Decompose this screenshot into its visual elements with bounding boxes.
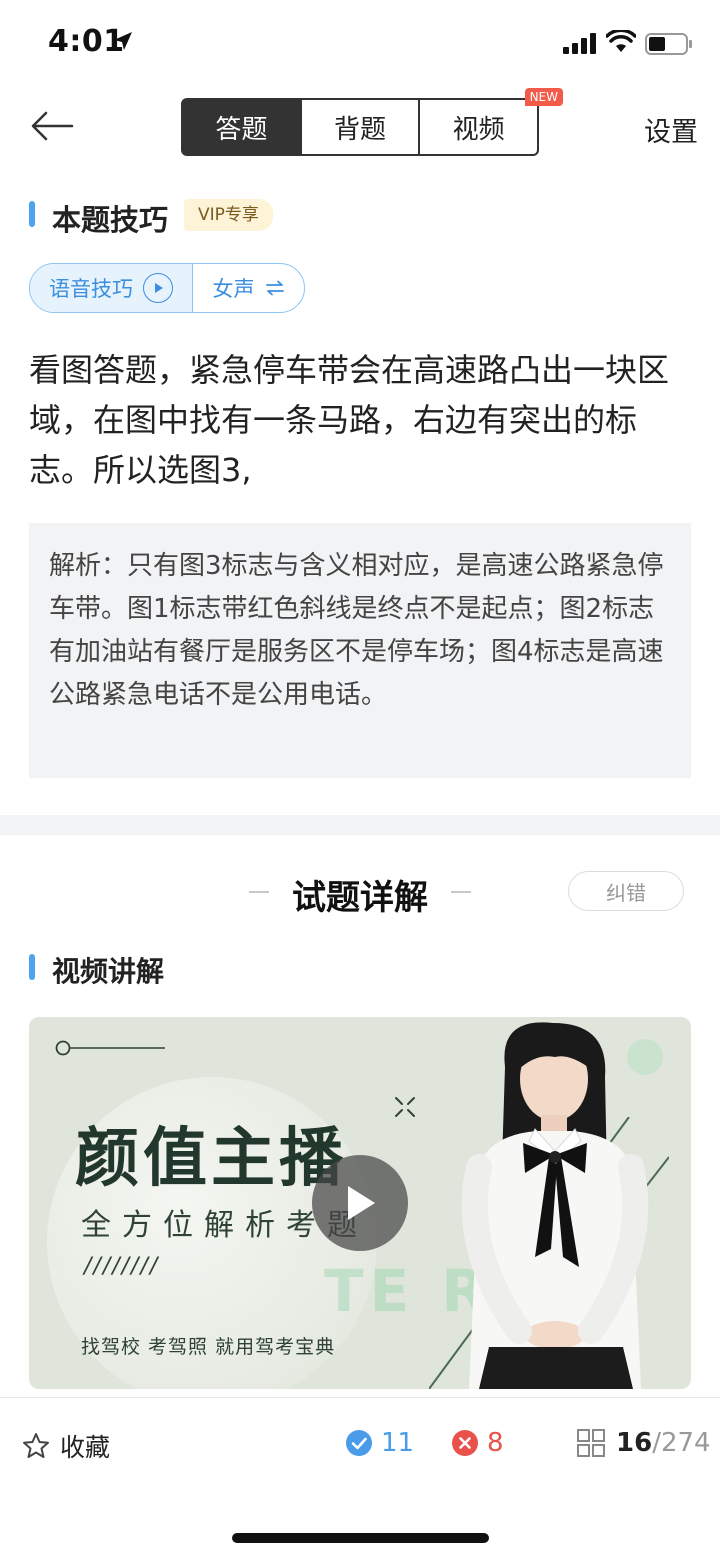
- voice-gender-label: 女声: [212, 277, 255, 301]
- swap-icon: [265, 280, 284, 296]
- video-play-button[interactable]: [312, 1155, 408, 1251]
- settings-link[interactable]: 设置: [644, 110, 698, 149]
- video-footer-slogan: 找驾校 考驾照 就用驾考宝典: [81, 1336, 336, 1358]
- correct-count: 11: [345, 1428, 414, 1458]
- favorite-label: 收藏: [60, 1433, 111, 1462]
- skill-title: 本题技巧: [52, 203, 169, 237]
- vip-badge: VIP专享: [184, 199, 273, 231]
- back-arrow-icon[interactable]: [28, 108, 76, 144]
- star-icon: [23, 1433, 49, 1458]
- wrong-count-value: 8: [487, 1428, 504, 1458]
- analysis-text: 解析：只有图3标志与含义相对应，是高速公路紧急停车带。图1标志带红色斜线是终点不…: [49, 551, 664, 710]
- section-divider: [0, 815, 720, 835]
- grid-icon: [577, 1429, 605, 1457]
- video-headline: 颜值主播: [75, 1121, 347, 1196]
- bottom-toolbar: 收藏 11 8 16/274: [0, 1397, 720, 1492]
- new-badge: NEW: [524, 88, 564, 106]
- tab-video[interactable]: 视频 NEW: [418, 88, 564, 154]
- question-progress[interactable]: 16/274: [576, 1428, 711, 1458]
- location-arrow-icon: [114, 32, 132, 50]
- video-slashes: ////////: [84, 1254, 160, 1279]
- presenter-figure: [461, 1022, 649, 1389]
- voice-tip-control: 语音技巧 女声: [29, 263, 305, 313]
- status-bar: 4:01: [0, 0, 720, 90]
- favorite-button[interactable]: 收藏: [22, 1428, 110, 1464]
- slider-decoration-icon: [55, 1040, 165, 1056]
- check-circle-icon: [346, 1430, 372, 1456]
- progress-current: 16: [616, 1428, 653, 1458]
- top-nav: 答题 背题 视频 NEW 设置: [0, 88, 720, 165]
- section-accent-bar: [29, 201, 35, 227]
- voice-gender-toggle[interactable]: 女声: [192, 264, 304, 312]
- tab-video-label: 视频: [452, 114, 505, 145]
- progress-text: 16/274: [616, 1428, 711, 1458]
- analysis-box: 解析：只有图3标志与含义相对应，是高速公路紧急停车带。图1标志带红色斜线是终点不…: [29, 523, 691, 778]
- cellular-signal-icon: [563, 33, 596, 54]
- report-error-button[interactable]: 纠错: [568, 871, 684, 911]
- video-section-title: 视频讲解: [52, 955, 165, 988]
- tab-memorize[interactable]: 背题: [299, 100, 419, 154]
- video-thumbnail[interactable]: TE R 颜值主播 全方位解析考题 //////// 找驾校 考驾照 就用驾考宝…: [29, 1017, 691, 1389]
- play-icon: [143, 273, 173, 303]
- skill-text: 看图答题，紧急停车带会在高速路凸出一块区域，在图中找有一条马路，右边有突出的标志…: [29, 351, 670, 489]
- section-accent-bar: [29, 954, 35, 980]
- home-indicator: [232, 1533, 489, 1543]
- mode-segmented-control: 答题 背题 视频 NEW: [181, 88, 564, 156]
- battery-icon: [645, 33, 692, 55]
- detail-header: 试题详解 纠错: [0, 866, 720, 918]
- voice-tip-label: 语音技巧: [49, 277, 133, 301]
- title-line-right: [451, 891, 471, 893]
- progress-total: /274: [652, 1428, 711, 1458]
- tab-answer[interactable]: 答题: [183, 100, 300, 154]
- play-icon: [348, 1186, 375, 1220]
- wrong-count: 8: [451, 1428, 504, 1458]
- correct-count-value: 11: [381, 1428, 415, 1458]
- voice-tip-button[interactable]: 语音技巧: [30, 264, 192, 312]
- wifi-icon: [606, 30, 636, 52]
- cross-circle-icon: [452, 1430, 478, 1456]
- sparkle-icon: [395, 1097, 415, 1117]
